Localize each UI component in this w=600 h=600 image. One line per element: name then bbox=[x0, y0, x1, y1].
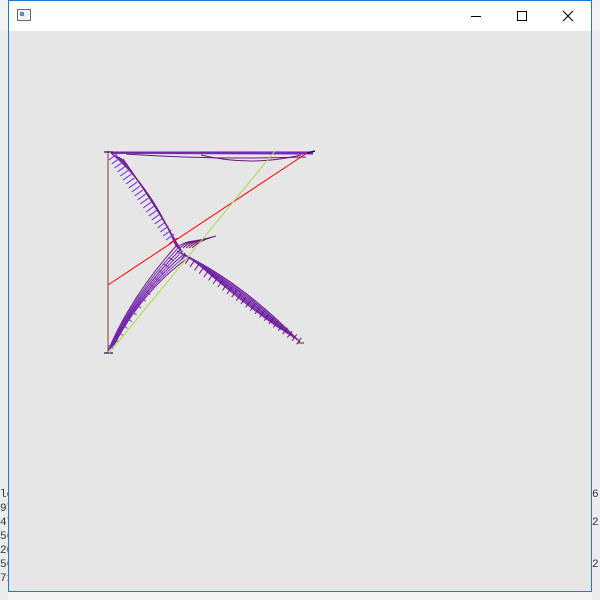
right-arm-hair bbox=[189, 260, 196, 268]
upper-arm-hair bbox=[154, 217, 164, 225]
bg-left-line: 97 bbox=[0, 503, 8, 515]
upper-arm-strand bbox=[116, 155, 180, 250]
upper-arm-hair bbox=[140, 197, 149, 205]
fan-lines-group bbox=[107, 151, 314, 352]
upper-arm-strand bbox=[110, 152, 177, 247]
background-text-right: 6: 2 2 bbox=[592, 488, 600, 572]
upper-arm-hair bbox=[120, 169, 129, 177]
bg-right-line: 2 bbox=[592, 517, 599, 529]
upper-arm-hair bbox=[122, 173, 132, 181]
bg-right-line: 2 bbox=[592, 559, 599, 571]
upper-arm-hair bbox=[157, 221, 166, 229]
maximize-button[interactable] bbox=[499, 1, 545, 31]
top-sag-curve bbox=[125, 153, 307, 159]
plot-window bbox=[8, 0, 592, 592]
upper-arm-hair bbox=[145, 205, 155, 213]
upper-arm-hair bbox=[148, 209, 158, 217]
upper-arm-hair bbox=[137, 193, 146, 201]
plot-svg bbox=[104, 150, 316, 354]
red-diagonal-line bbox=[107, 152, 308, 286]
bg-left-line: 71 bbox=[0, 573, 8, 585]
right-arm-hair bbox=[198, 266, 205, 274]
upper-arm-hair bbox=[134, 189, 144, 197]
lower-arm-strand bbox=[112, 254, 188, 347]
upper-arm-hair bbox=[111, 157, 121, 165]
title-bar[interactable] bbox=[9, 1, 591, 31]
close-button[interactable] bbox=[545, 1, 591, 31]
upper-arm-hair bbox=[131, 185, 141, 193]
bg-left-line: 56 bbox=[0, 531, 8, 543]
bg-left-line: lc bbox=[0, 489, 8, 501]
bg-right-line: 6: bbox=[592, 489, 600, 501]
static-lines-group bbox=[104, 150, 316, 354]
upper-arm-hair bbox=[125, 177, 135, 185]
bg-left-line: 47 bbox=[0, 517, 8, 529]
upper-arm-hair bbox=[117, 165, 126, 173]
upper-arm-hair bbox=[151, 213, 161, 221]
green-diagonal-line bbox=[108, 150, 276, 354]
app-window-icon[interactable] bbox=[17, 9, 31, 21]
bg-left-line: 20 bbox=[0, 545, 8, 557]
upper-arm-hair bbox=[128, 181, 138, 189]
close-icon bbox=[562, 10, 574, 22]
drawing-canvas[interactable] bbox=[9, 31, 591, 591]
hub-curl bbox=[188, 236, 214, 249]
lower-arm-strand bbox=[110, 250, 184, 349]
bg-left-line: 56 bbox=[0, 559, 8, 571]
background-text-left: lc 97 47 56 20 56 71 bbox=[0, 488, 8, 586]
upper-arm-strand bbox=[114, 154, 179, 249]
maximize-icon bbox=[517, 11, 527, 21]
lower-arm-strand bbox=[111, 252, 186, 348]
top-edge-line bbox=[110, 153, 314, 155]
top-right-tick bbox=[306, 150, 316, 154]
upper-arm-hair bbox=[142, 201, 152, 209]
right-arm-hair bbox=[194, 263, 200, 271]
minimize-button[interactable] bbox=[453, 1, 499, 31]
minimize-icon bbox=[471, 16, 481, 17]
upper-arm-hair bbox=[114, 161, 124, 169]
upper-arm-hair bbox=[160, 225, 169, 233]
